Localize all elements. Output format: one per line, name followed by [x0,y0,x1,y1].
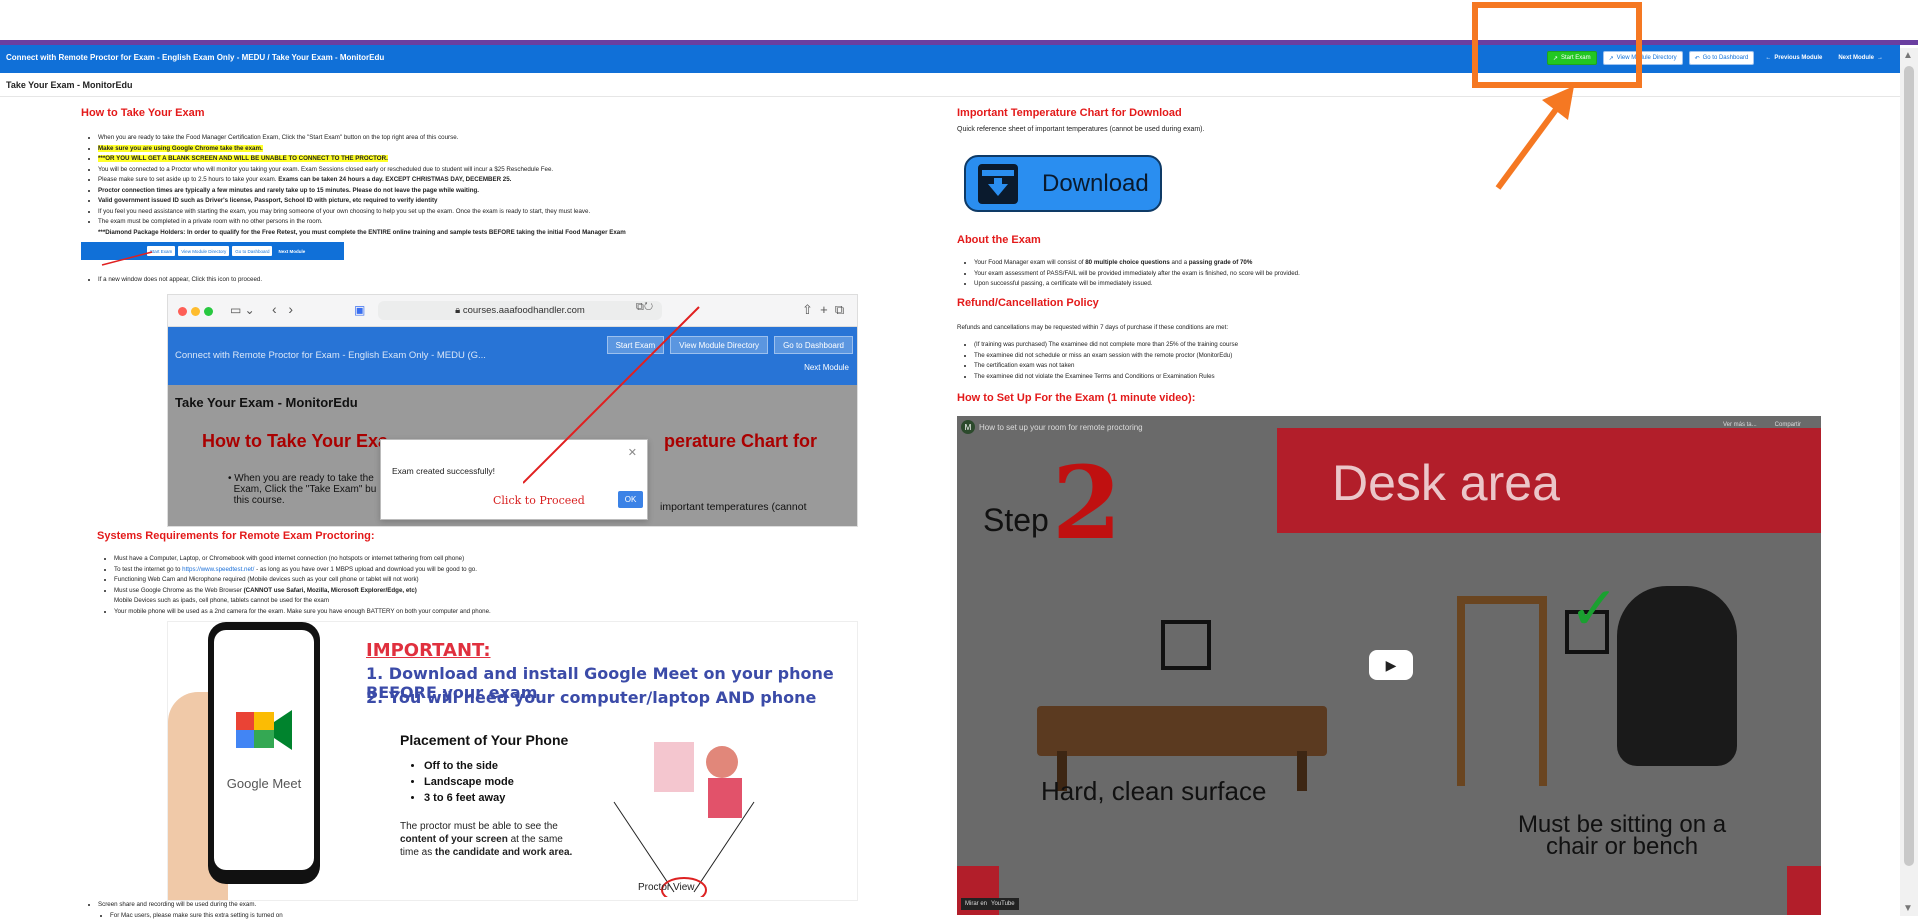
list-item: Proctor connection times are typically a… [98,186,884,197]
setup-video-player[interactable]: Desk area Step 2 Hard, clean surface ✓ M… [957,416,1821,915]
desk-illustration [1037,706,1327,756]
list-item: The examinee did not schedule or miss an… [974,351,1520,362]
annotation-arrow-icon [1490,84,1580,196]
how-to-heading: How to Take Your Exam [81,107,204,119]
browser-go-to-dashboard: Go to Dashboard [774,336,853,354]
placement-list: Off to the side Landscape mode 3 to 6 fe… [412,758,514,806]
list-item: The examinee did not violate the Examine… [974,372,1520,383]
red-arrow-icon [523,295,703,495]
list-item: ***Diamond Package Holders: In order to … [98,228,884,239]
video-title[interactable]: How to set up your room for remote proct… [979,423,1143,432]
mini-next-module: Next Module [275,246,308,256]
temperature-chart-heading: Important Temperature Chart for Download [957,107,1182,119]
list-item: Functioning Web Cam and Microphone requi… [114,575,800,586]
list-item: Please make sure to set aside up to 2.5 … [98,175,884,186]
course-title: Connect with Remote Proctor for Exam - E… [6,53,384,62]
previous-module-link[interactable]: ← Previous Module [1760,51,1827,65]
list-item: When you are ready to take the Food Mana… [98,133,884,144]
mini-view-module-directory: View Module Directory [178,246,229,256]
setup-video-heading: How to Set Up For the Exam (1 minute vid… [957,392,1195,404]
list-item: Your Food Manager exam will consist of 8… [974,258,1520,269]
red-arrow-icon [100,248,160,268]
system-requirements-heading: Systems Requirements for Remote Exam Pro… [97,530,375,542]
play-icon: ▶ [1386,657,1397,674]
watch-on-youtube-button[interactable]: Mirar en YouTube [961,898,1019,910]
list-item: Your mobile phone will be used as a 2nd … [114,607,800,618]
refund-note: Refunds and cancellations may be request… [957,324,1228,331]
video-title-bar: M How to set up your room for remote pro… [961,420,1143,434]
system-requirements-list: Must have a Computer, Laptop, or Chromeb… [100,554,800,617]
reader-icon: ▣ [354,303,365,317]
list-item: If you feel you need assistance with sta… [98,207,884,218]
undo-arrow-icon: ↶ [1695,55,1700,62]
list-item: Valid government issued ID such as Drive… [98,196,884,207]
new-window-list: If a new window does not appear, Click t… [84,275,584,286]
list-item: Must use Google Chrome as the Web Browse… [114,586,800,607]
back-forward-icon: ‹ › [272,301,293,317]
go-to-dashboard-button[interactable]: ↶ Go to Dashboard [1689,51,1755,65]
browser-screenshot: ▭ ⌄ ‹ › ▣ 🔒︎ courses.aaafoodhandler.com … [167,294,858,527]
youtube-icon: YouTube [991,901,1015,907]
browser-blue-header: Connect with Remote Proctor for Exam - E… [168,327,858,385]
share-icon: ⇧ + ⧉ [802,302,844,318]
scrollbar-thumb[interactable] [1904,66,1914,866]
lock-icon: 🔒︎ [455,305,463,316]
list-item: Screen share and recording will be used … [98,900,584,911]
list-item: Must have a Computer, Laptop, or Chromeb… [114,554,800,565]
refund-heading: Refund/Cancellation Policy [957,297,1099,309]
list-item: Your exam assessment of PASS/FAIL will b… [974,269,1520,280]
corner-decoration [1787,866,1821,915]
channel-avatar[interactable]: M [961,420,975,434]
list-item: You will be connected to a Proctor who w… [98,165,884,176]
how-to-list: When you are ready to take the Food Mana… [84,133,884,238]
arrow-right-icon: → [1877,55,1883,61]
refund-list: (If training was purchased) The examinee… [960,340,1520,382]
page-title: Take Your Exam - MonitorEdu [6,80,133,90]
scroll-down-icon[interactable]: ▼ [1903,903,1913,914]
download-icon [978,164,1018,204]
page-scrollbar[interactable]: ▲ ▼ [1900,48,1918,916]
list-item: (If training was purchased) The examinee… [974,340,1520,351]
minimize-dot-icon [191,307,200,316]
speedtest-link[interactable]: https://www.speedtest.net/ [182,566,254,573]
share-button[interactable]: Compartir [1775,422,1801,428]
play-button[interactable]: ▶ [1369,650,1413,680]
google-meet-icon [234,700,294,760]
wood-chair-illustration [1457,596,1547,786]
close-dot-icon [178,307,187,316]
annotation-highlight-box [1472,2,1642,88]
checkmark-icon: ✓ [1569,574,1619,644]
video-actions: Ver más ta... Compartir [1723,422,1801,428]
list-item: To test the internet go to https://www.s… [114,565,800,576]
about-exam-heading: About the Exam [957,234,1041,246]
list-item: Upon successful passing, a certificate w… [974,279,1520,290]
checkbox-illustration [1161,620,1211,670]
bottom-list: Screen share and recording will be used … [84,900,584,921]
temperature-note: Quick reference sheet of important tempe… [957,126,1204,133]
desk-leg [1297,751,1307,791]
sidebar-icon: ▭ ⌄ [230,303,255,317]
download-button[interactable]: Download [964,155,1162,212]
list-item: Make sure you are using Google Chrome ta… [98,144,884,155]
about-exam-list: Your Food Manager exam will consist of 8… [960,258,1520,290]
desk-person-illustration [604,722,764,897]
mini-go-to-dashboard: Go to Dashboard [232,246,272,256]
next-module-link[interactable]: Next Module → [1833,51,1888,65]
google-meet-instructions-image: Google Meet IMPORTANT: 1. Download and i… [167,621,858,901]
list-item: The certification exam was not taken [974,361,1520,372]
browser-chrome: ▭ ⌄ ‹ › ▣ 🔒︎ courses.aaafoodhandler.com … [168,295,857,327]
list-item: The exam must be completed in a private … [98,217,884,228]
watch-later-button[interactable]: Ver más ta... [1723,422,1757,428]
scroll-up-icon[interactable]: ▲ [1903,50,1913,61]
list-item: If a new window does not appear, Click t… [98,275,584,286]
maximize-dot-icon [204,307,213,316]
browser-next-module: Next Module [804,363,849,372]
arrow-left-icon: ← [1765,55,1771,61]
divider [0,96,1900,97]
office-chair-illustration [1617,586,1737,766]
list-item: ***OR YOU WILL GET A BLANK SCREEN AND WI… [98,154,884,165]
phone-illustration: Google Meet [208,622,320,884]
